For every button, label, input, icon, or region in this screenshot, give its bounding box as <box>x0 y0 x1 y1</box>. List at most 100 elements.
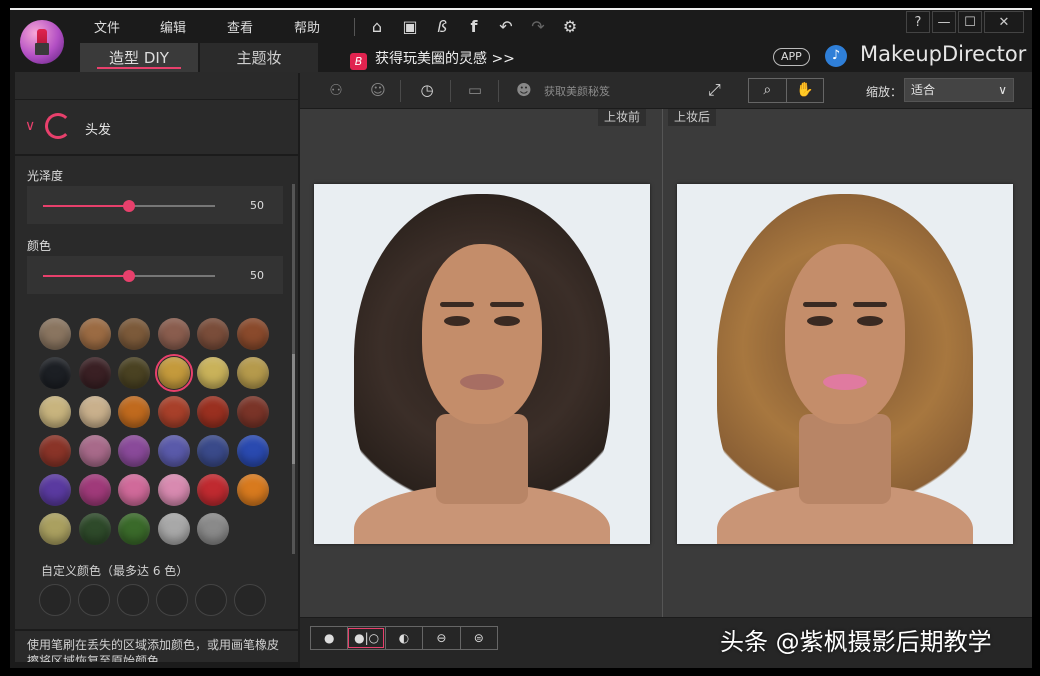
menu-edit[interactable]: 编辑 <box>160 17 186 36</box>
custom-color-slot[interactable] <box>195 584 227 616</box>
chevron-down-icon: ∨ <box>998 83 1007 97</box>
hair-color-swatch[interactable] <box>197 513 229 545</box>
hair-color-swatch[interactable] <box>157 474 190 506</box>
hair-icon <box>45 113 71 139</box>
hair-color-swatch[interactable] <box>39 513 71 545</box>
before-label: 上妆前 <box>598 109 647 126</box>
hair-color-swatch[interactable] <box>39 318 71 350</box>
window-minimize-button[interactable]: — <box>932 11 956 33</box>
side-by-side-icon[interactable]: ●|○ <box>347 627 384 649</box>
history-icon[interactable]: ◷ <box>415 80 439 100</box>
left-panel: ∨ 头发 光泽度 50 颜色 50 自定义颜色（最多达 6 色） 使用笔刷在丢失… <box>15 72 298 662</box>
toolbar-separator <box>450 80 451 102</box>
custom-color-slot[interactable] <box>39 584 71 616</box>
single-view-icon[interactable]: ● <box>311 627 347 649</box>
gloss-slider-handle[interactable] <box>123 200 135 212</box>
hair-color-swatch[interactable] <box>78 318 111 350</box>
split-horizontal-icon[interactable]: ⊖ <box>422 627 459 649</box>
hair-color-swatch[interactable] <box>39 357 71 389</box>
panel-scrollbar-thumb[interactable] <box>292 354 295 464</box>
app-badge-button[interactable]: APP <box>773 48 810 66</box>
zoom-dropdown-value: 适合 <box>911 83 936 97</box>
hair-color-swatch[interactable] <box>78 474 111 506</box>
face-detect-icon[interactable]: ☺ <box>366 80 390 100</box>
facebook-icon[interactable]: f <box>463 16 485 38</box>
custom-color-slot[interactable] <box>78 584 110 616</box>
beauty-circle-icon[interactable]: ß <box>431 16 453 38</box>
window-close-button[interactable]: ✕ <box>984 11 1024 33</box>
menu-help[interactable]: 帮助 <box>294 17 320 36</box>
compare-image-icon[interactable]: ▭ <box>463 80 487 100</box>
split-vertical-icon[interactable]: ◐ <box>384 627 422 649</box>
hair-color-swatch[interactable] <box>78 357 111 389</box>
hair-color-swatch[interactable] <box>78 513 111 545</box>
hair-color-swatch[interactable] <box>236 318 269 350</box>
settings-gear-icon[interactable]: ⚙ <box>559 16 581 38</box>
hair-section-title: 头发 <box>85 123 112 138</box>
after-photo[interactable] <box>677 184 1013 544</box>
zoom-dropdown[interactable]: 适合 ∨ <box>904 78 1014 102</box>
color-label: 颜色 <box>27 239 52 253</box>
pan-hand-icon[interactable]: ✋ <box>785 79 824 102</box>
home-icon[interactable]: ⌂ <box>366 16 388 38</box>
tab-makeup-diy[interactable]: 造型 DIY <box>80 43 198 73</box>
color-slider-track[interactable] <box>43 270 215 282</box>
hair-color-swatch[interactable] <box>197 396 229 428</box>
before-photo[interactable] <box>314 184 650 544</box>
compare-divider[interactable] <box>662 109 663 617</box>
hair-color-swatch[interactable] <box>157 513 190 545</box>
inspiration-link[interactable]: B 获得玩美圈的灵感 >> <box>350 48 515 70</box>
gloss-value: 50 <box>250 199 264 212</box>
custom-color-slot[interactable] <box>156 584 188 616</box>
window-maximize-button[interactable]: ☐ <box>958 11 982 33</box>
hair-color-swatch[interactable] <box>157 318 190 350</box>
hair-color-swatch[interactable] <box>197 318 229 350</box>
zoom-magnifier-icon[interactable]: ⌕ <box>749 79 786 102</box>
compare-canvas: 上妆前 上妆后 <box>300 109 1032 617</box>
undo-icon[interactable]: ↶ <box>495 16 517 38</box>
hair-color-swatch[interactable] <box>39 435 71 467</box>
after-label: 上妆后 <box>668 109 717 126</box>
hair-color-swatch[interactable] <box>197 474 229 506</box>
custom-color-slot[interactable] <box>234 584 266 616</box>
multi-face-icon[interactable]: ⚇ <box>324 80 348 100</box>
hair-color-swatch[interactable] <box>236 474 269 506</box>
window-help-button[interactable]: ? <box>906 11 930 33</box>
hair-color-swatch[interactable] <box>78 435 111 467</box>
hair-color-swatch[interactable] <box>118 357 150 389</box>
hair-color-swatch[interactable] <box>118 513 150 545</box>
redo-icon[interactable]: ↷ <box>527 16 549 38</box>
custom-color-slot[interactable] <box>117 584 149 616</box>
panel-scrollbar[interactable] <box>292 184 295 554</box>
color-slider-handle[interactable] <box>123 270 135 282</box>
hair-color-swatch[interactable] <box>118 435 150 467</box>
hair-color-swatch[interactable] <box>39 396 71 428</box>
gloss-slider-track[interactable] <box>43 200 215 212</box>
hair-color-swatch[interactable] <box>236 435 269 467</box>
beauty-tips-icon[interactable]: ☻ <box>512 80 536 100</box>
toolbar-separator <box>498 80 499 102</box>
tab-theme-makeup[interactable]: 主题妆 <box>200 43 318 73</box>
previous-section-header[interactable] <box>15 72 298 100</box>
get-beauty-tips-link[interactable]: 获取美颜秘笈 <box>544 83 610 99</box>
hair-color-swatch[interactable] <box>78 396 111 428</box>
hair-color-swatch[interactable] <box>236 357 269 389</box>
hair-color-swatch[interactable] <box>118 396 150 428</box>
menu-view[interactable]: 查看 <box>227 17 253 36</box>
canvas-toolbar: ⚇ ☺ ◷ ▭ ☻ 获取美颜秘笈 ⤢ ⌕ ✋ 缩放： 适合 ∨ <box>300 72 1032 108</box>
hair-color-swatch[interactable] <box>157 396 190 428</box>
notification-bell-icon[interactable]: ♪ <box>825 45 847 67</box>
hair-color-swatch[interactable] <box>197 357 229 389</box>
hair-color-swatch[interactable] <box>157 435 190 467</box>
hair-color-swatch[interactable] <box>197 435 229 467</box>
split-half-icon[interactable]: ⊜ <box>459 627 497 649</box>
hair-color-swatch[interactable] <box>236 396 269 428</box>
save-icon[interactable]: ▣ <box>399 16 421 38</box>
hair-color-swatch[interactable] <box>118 474 150 506</box>
menu-file[interactable]: 文件 <box>94 17 120 36</box>
hair-color-swatch[interactable] <box>118 318 150 350</box>
hair-color-swatch[interactable] <box>39 474 71 506</box>
hair-section-header[interactable]: ∨ 头发 <box>15 100 298 156</box>
hair-color-swatch[interactable] <box>154 354 193 392</box>
fullscreen-expand-icon[interactable]: ⤢ <box>708 80 721 100</box>
